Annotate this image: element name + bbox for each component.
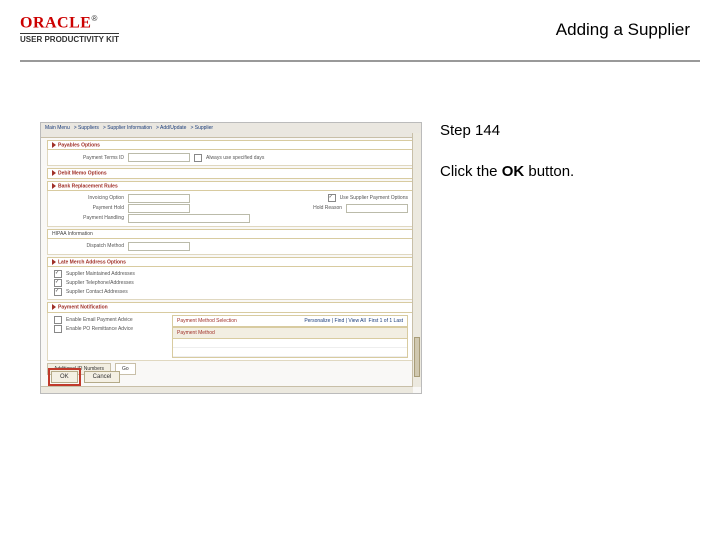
section-bank-repl: Bank Replacement Rules — [47, 181, 415, 191]
horizontal-scrollbar[interactable] — [41, 386, 413, 393]
checkbox[interactable] — [194, 154, 202, 162]
payment-handling-input[interactable] — [128, 214, 250, 223]
invoicing-input[interactable] — [128, 194, 190, 203]
payment-terms-input[interactable] — [128, 153, 190, 162]
vertical-scrollbar[interactable] — [412, 133, 421, 387]
section-payment-notif: Payment Notification — [47, 302, 415, 312]
use-supplier-opts-checkbox[interactable] — [328, 194, 336, 202]
app-screenshot: Main Menu> Suppliers> Supplier Informati… — [40, 122, 422, 394]
cancel-button[interactable]: Cancel — [84, 371, 121, 383]
section-hipaa: HIPAA Information — [47, 229, 415, 239]
payment-hold-input[interactable] — [128, 204, 190, 213]
instruction-panel: Step 144 Click the OK button. — [440, 122, 574, 180]
step-number: Step 144 — [440, 122, 574, 139]
oracle-logo: ORACLE® USER PRODUCTIVITY KIT — [20, 14, 119, 44]
hold-reason-input[interactable] — [346, 204, 408, 213]
instruction-text: Click the OK button. — [440, 163, 574, 180]
menubar: Main Menu> Suppliers> Supplier Informati… — [41, 123, 421, 138]
ok-button[interactable]: OK — [51, 371, 78, 383]
dispatch-input[interactable] — [128, 242, 190, 251]
section-late-addr: Late Merch Address Options — [47, 257, 415, 267]
section-payables: Payables Options — [47, 140, 415, 150]
logo-subtitle: USER PRODUCTIVITY KIT — [20, 33, 119, 44]
page-title: Adding a Supplier — [556, 20, 690, 40]
section-debit-memo: Debit Memo Options — [47, 168, 415, 178]
